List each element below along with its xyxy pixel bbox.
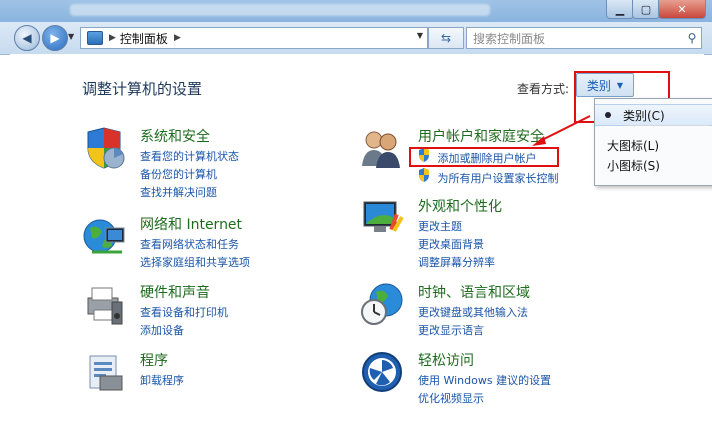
breadcrumb-separator-icon[interactable]: ▶ [109,33,116,43]
link-add-device[interactable]: 添加设备 [140,322,228,340]
programs-icon [89,355,123,391]
link-change-display-language[interactable]: 更改显示语言 [418,322,528,340]
link-network-status[interactable]: 查看网络状态和任务 [140,236,250,254]
page-title: 调整计算机的设置 [82,80,203,98]
refresh-button[interactable]: ⇆ [428,27,464,49]
link-troubleshoot[interactable]: 查找并解决问题 [140,184,239,202]
link-adjust-resolution[interactable]: 调整屏幕分辨率 [418,254,495,272]
address-dropdown-icon[interactable]: ▼ [417,31,423,40]
ease-of-access-icon [362,352,402,392]
back-button[interactable]: ◀ [14,25,40,51]
link-change-desktop-background[interactable]: 更改桌面背景 [418,236,495,254]
breadcrumb-separator-icon[interactable]: ▶ [174,33,181,43]
breadcrumb-control-panel[interactable]: 控制面板 [120,30,168,47]
refresh-icon: ⇆ [440,31,452,45]
window-title-blurred [70,4,490,16]
clock-globe-icon [361,283,403,325]
back-arrow-icon: ◀ [22,31,32,45]
category-title[interactable]: 网络和 Internet [140,214,242,234]
control-panel-icon [87,31,103,45]
category-title[interactable]: 轻松访问 [418,350,474,370]
minimize-button[interactable]: ▁ [606,0,634,19]
address-box[interactable]: ▶ 控制面板 ▶ ▼ [80,27,428,49]
link-view-computer-status[interactable]: 查看您的计算机状态 [140,148,239,166]
highlight-box-add-remove-users [409,147,559,167]
view-by-menu: 类别(C) 大图标(L) 小图标(S) [594,98,712,186]
menu-separator [625,125,709,126]
menu-item-category[interactable]: 类别(C) [595,104,712,126]
link-change-theme[interactable]: 更改主题 [418,218,495,236]
category-title[interactable]: 外观和个性化 [418,196,502,216]
link-label: 为所有用户设置家长控制 [437,172,559,185]
search-box[interactable]: 搜索控制面板 ⚲ [466,27,702,49]
link-optimize-video-display[interactable]: 优化视频显示 [418,390,551,408]
search-input[interactable]: 搜索控制面板 [467,30,683,47]
view-by-label: 查看方式: [517,82,570,96]
recent-pages-dropdown[interactable]: ▼ [68,32,74,41]
category-title[interactable]: 系统和安全 [140,126,210,146]
shield-icon [87,127,125,169]
selected-radio-icon [605,112,611,118]
link-devices-printers[interactable]: 查看设备和打印机 [140,304,228,322]
menu-item-label: 类别(C) [623,108,665,123]
link-windows-suggested-settings[interactable]: 使用 Windows 建议的设置 [418,372,551,390]
forward-arrow-icon: ▶ [50,31,60,45]
menu-item-label: 小图标(S) [607,158,660,173]
link-homegroup-sharing[interactable]: 选择家庭组和共享选项 [140,254,250,272]
link-uninstall-program[interactable]: 卸载程序 [140,372,184,390]
category-title[interactable]: 用户帐户和家庭安全 [418,126,544,146]
forward-button[interactable]: ▶ [42,25,68,51]
link-change-input-methods[interactable]: 更改键盘或其他输入法 [418,304,528,322]
link-backup-computer[interactable]: 备份您的计算机 [140,166,239,184]
printer-icon [87,287,123,325]
monitor-icon [363,201,404,232]
category-title[interactable]: 时钟、语言和区域 [418,282,530,302]
users-icon [362,131,400,168]
window-titlebar: ▁ ▢ ✕ [0,0,712,22]
close-button[interactable]: ✕ [658,0,706,19]
maximize-button[interactable]: ▢ [632,0,660,19]
category-title[interactable]: 硬件和声音 [140,282,210,302]
category-title[interactable]: 程序 [140,350,168,370]
search-icon[interactable]: ⚲ [683,31,701,45]
link-parental-controls[interactable]: 为所有用户设置家长控制 [418,168,559,188]
address-toolbar: ◀ ▶ ▼ ▶ 控制面板 ▶ ▼ ⇆ 搜索控制面板 ⚲ [0,22,712,55]
menu-item-large-icons[interactable]: 大图标(L) [595,135,712,155]
network-icon [83,219,125,254]
uac-shield-icon [419,168,429,182]
menu-item-small-icons[interactable]: 小图标(S) [595,155,712,175]
menu-item-label: 大图标(L) [607,138,660,153]
